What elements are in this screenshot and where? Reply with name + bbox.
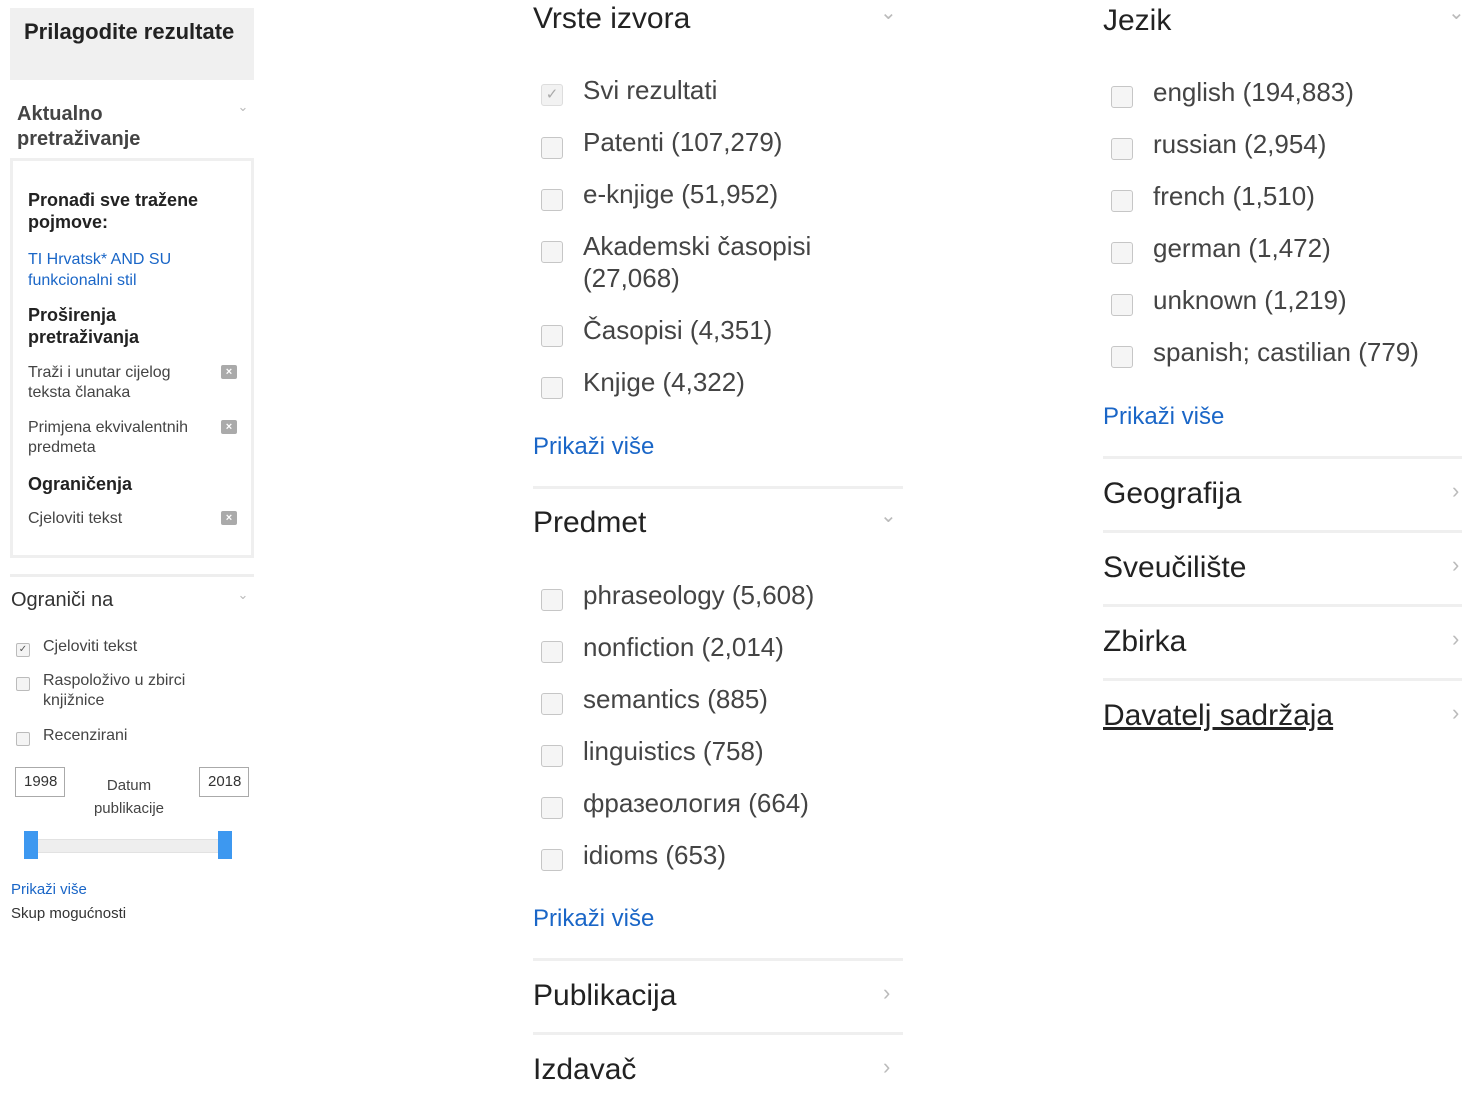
show-more-link[interactable]: Prikaži više (1103, 403, 1224, 431)
chevron-right-icon[interactable]: › (1452, 700, 1459, 726)
subject-heading[interactable]: Predmet (533, 506, 646, 540)
chevron-down-icon[interactable]: ⌄ (236, 588, 250, 602)
checkbox-academic-journals[interactable] (541, 241, 563, 263)
checkbox-ebooks[interactable] (541, 189, 563, 211)
facet-option-label: Akademski časopisi (27,068) (583, 231, 812, 293)
facet-option-label: russian (2,954) (1153, 129, 1327, 159)
facet-option-label: semantics (885) (583, 684, 768, 714)
facet-option-label: english (194,883) (1153, 77, 1354, 107)
chevron-down-icon[interactable]: ⌄ (880, 503, 897, 528)
date-slider-handle-start[interactable] (24, 831, 38, 859)
divider (1103, 604, 1462, 607)
facet-content-provider[interactable]: Davatelj sadržaja (1103, 699, 1333, 733)
chevron-right-icon[interactable]: › (1452, 626, 1459, 652)
limit-option-label: Cjeloviti tekst (43, 638, 138, 655)
date-label: Datum publikacije (93, 777, 165, 817)
checkbox-subject[interactable] (541, 693, 563, 715)
facet-geography[interactable]: Geografija (1103, 477, 1241, 511)
date-slider-track[interactable] (30, 839, 228, 853)
find-all-label: Pronađi sve tražene pojmove: (28, 190, 199, 232)
checkbox-language[interactable] (1111, 190, 1133, 212)
facet-option-label: unknown (1,219) (1153, 285, 1347, 315)
source-types-heading[interactable]: Vrste izvora (533, 2, 690, 36)
divider (533, 958, 903, 961)
facet-option-label: e-knjige (51,952) (583, 179, 779, 209)
checkbox-subject[interactable] (541, 797, 563, 819)
checkbox-subject[interactable] (541, 589, 563, 611)
checkbox-language[interactable] (1111, 294, 1133, 316)
checkbox-books[interactable] (541, 377, 563, 399)
limit-option-label: Raspoloživo u zbirci knjižnice (43, 672, 186, 709)
facet-option-label: idioms (653) (583, 840, 727, 870)
current-search-heading[interactable]: Aktualno pretraživanje (17, 102, 227, 152)
divider (1103, 456, 1462, 459)
facet-collection[interactable]: Zbirka (1103, 625, 1186, 659)
chevron-right-icon[interactable]: › (1452, 552, 1459, 578)
chevron-down-icon[interactable]: ⌄ (236, 100, 250, 114)
chevron-down-icon[interactable]: ⌄ (880, 0, 897, 25)
facet-publisher[interactable]: Izdavač (533, 1053, 636, 1087)
limit-option-label: Recenzirani (43, 727, 128, 744)
chevron-right-icon[interactable]: › (883, 1054, 890, 1080)
remove-icon[interactable]: × (221, 365, 237, 379)
facet-option-label: фразеология (664) (583, 788, 809, 818)
date-to-input[interactable]: 2018 (199, 767, 249, 797)
options-set-link[interactable]: Skup mogućnosti (11, 905, 126, 922)
facet-option-label: Časopisi (4,351) (583, 315, 773, 345)
checkbox-language[interactable] (1111, 242, 1133, 264)
divider (1103, 530, 1462, 533)
left-sidebar: Prilagodite rezultate Aktualno pretraživ… (0, 0, 262, 1102)
show-more-link[interactable]: Prikaži više (533, 433, 654, 461)
checkbox-language[interactable] (1111, 86, 1133, 108)
checkbox-magazines[interactable] (541, 325, 563, 347)
limits-heading: Ograničenja (28, 474, 133, 494)
facet-option-label: spanish; castilian (779) (1153, 337, 1419, 367)
checkbox-full-text[interactable]: ✓ (16, 643, 30, 657)
limit-item: Cjeloviti tekst (28, 510, 123, 527)
divider (533, 1032, 903, 1035)
remove-icon[interactable]: × (221, 420, 237, 434)
checkbox-library-collection[interactable] (16, 677, 30, 691)
limit-to-heading[interactable]: Ograniči na (11, 589, 113, 612)
checkbox-all-results[interactable]: ✓ (541, 84, 563, 106)
show-more-link[interactable]: Prikaži više (11, 881, 87, 898)
facet-option-label: linguistics (758) (583, 736, 764, 766)
chevron-down-icon[interactable]: ⌄ (1448, 0, 1462, 25)
facet-option-label: Svi rezultati (583, 75, 718, 105)
facet-option-label: german (1,472) (1153, 233, 1331, 263)
facet-option-label: nonfiction (2,014) (583, 632, 784, 662)
facet-publication[interactable]: Publikacija (533, 979, 676, 1013)
show-more-link[interactable]: Prikaži više (533, 905, 654, 933)
checkbox-subject[interactable] (541, 641, 563, 663)
current-search-box: Pronađi sve tražene pojmove: TI Hrvatsk*… (10, 158, 254, 558)
checkbox-subject[interactable] (541, 849, 563, 871)
expander-item: Traži i unutar cijelog teksta članaka (28, 364, 171, 401)
checkbox-peer-reviewed[interactable] (16, 732, 30, 746)
checkbox-language[interactable] (1111, 346, 1133, 368)
facet-university[interactable]: Sveučilište (1103, 551, 1246, 585)
sidebar-title: Prilagodite rezultate (10, 8, 254, 80)
facet-option-label: Patenti (107,279) (583, 127, 783, 157)
expanders-heading: Proširenja pretraživanja (28, 305, 140, 347)
checkbox-patents[interactable] (541, 137, 563, 159)
facet-option-label: phraseology (5,608) (583, 580, 815, 610)
date-from-input[interactable]: 1998 (15, 767, 65, 797)
divider (533, 486, 903, 489)
remove-icon[interactable]: × (221, 511, 237, 525)
chevron-right-icon[interactable]: › (1452, 478, 1459, 504)
query-link[interactable]: TI Hrvatsk* AND SU funkcionalni stil (28, 249, 228, 291)
date-slider-handle-end[interactable] (218, 831, 232, 859)
divider (10, 574, 254, 577)
chevron-right-icon[interactable]: › (883, 980, 890, 1006)
expander-item: Primjena ekvivalentnih predmeta (28, 419, 189, 456)
checkbox-language[interactable] (1111, 138, 1133, 160)
checkbox-subject[interactable] (541, 745, 563, 767)
facet-option-label: french (1,510) (1153, 181, 1315, 211)
divider (1103, 678, 1462, 681)
language-heading[interactable]: Jezik (1103, 4, 1171, 38)
facet-option-label: Knjige (4,322) (583, 367, 745, 397)
